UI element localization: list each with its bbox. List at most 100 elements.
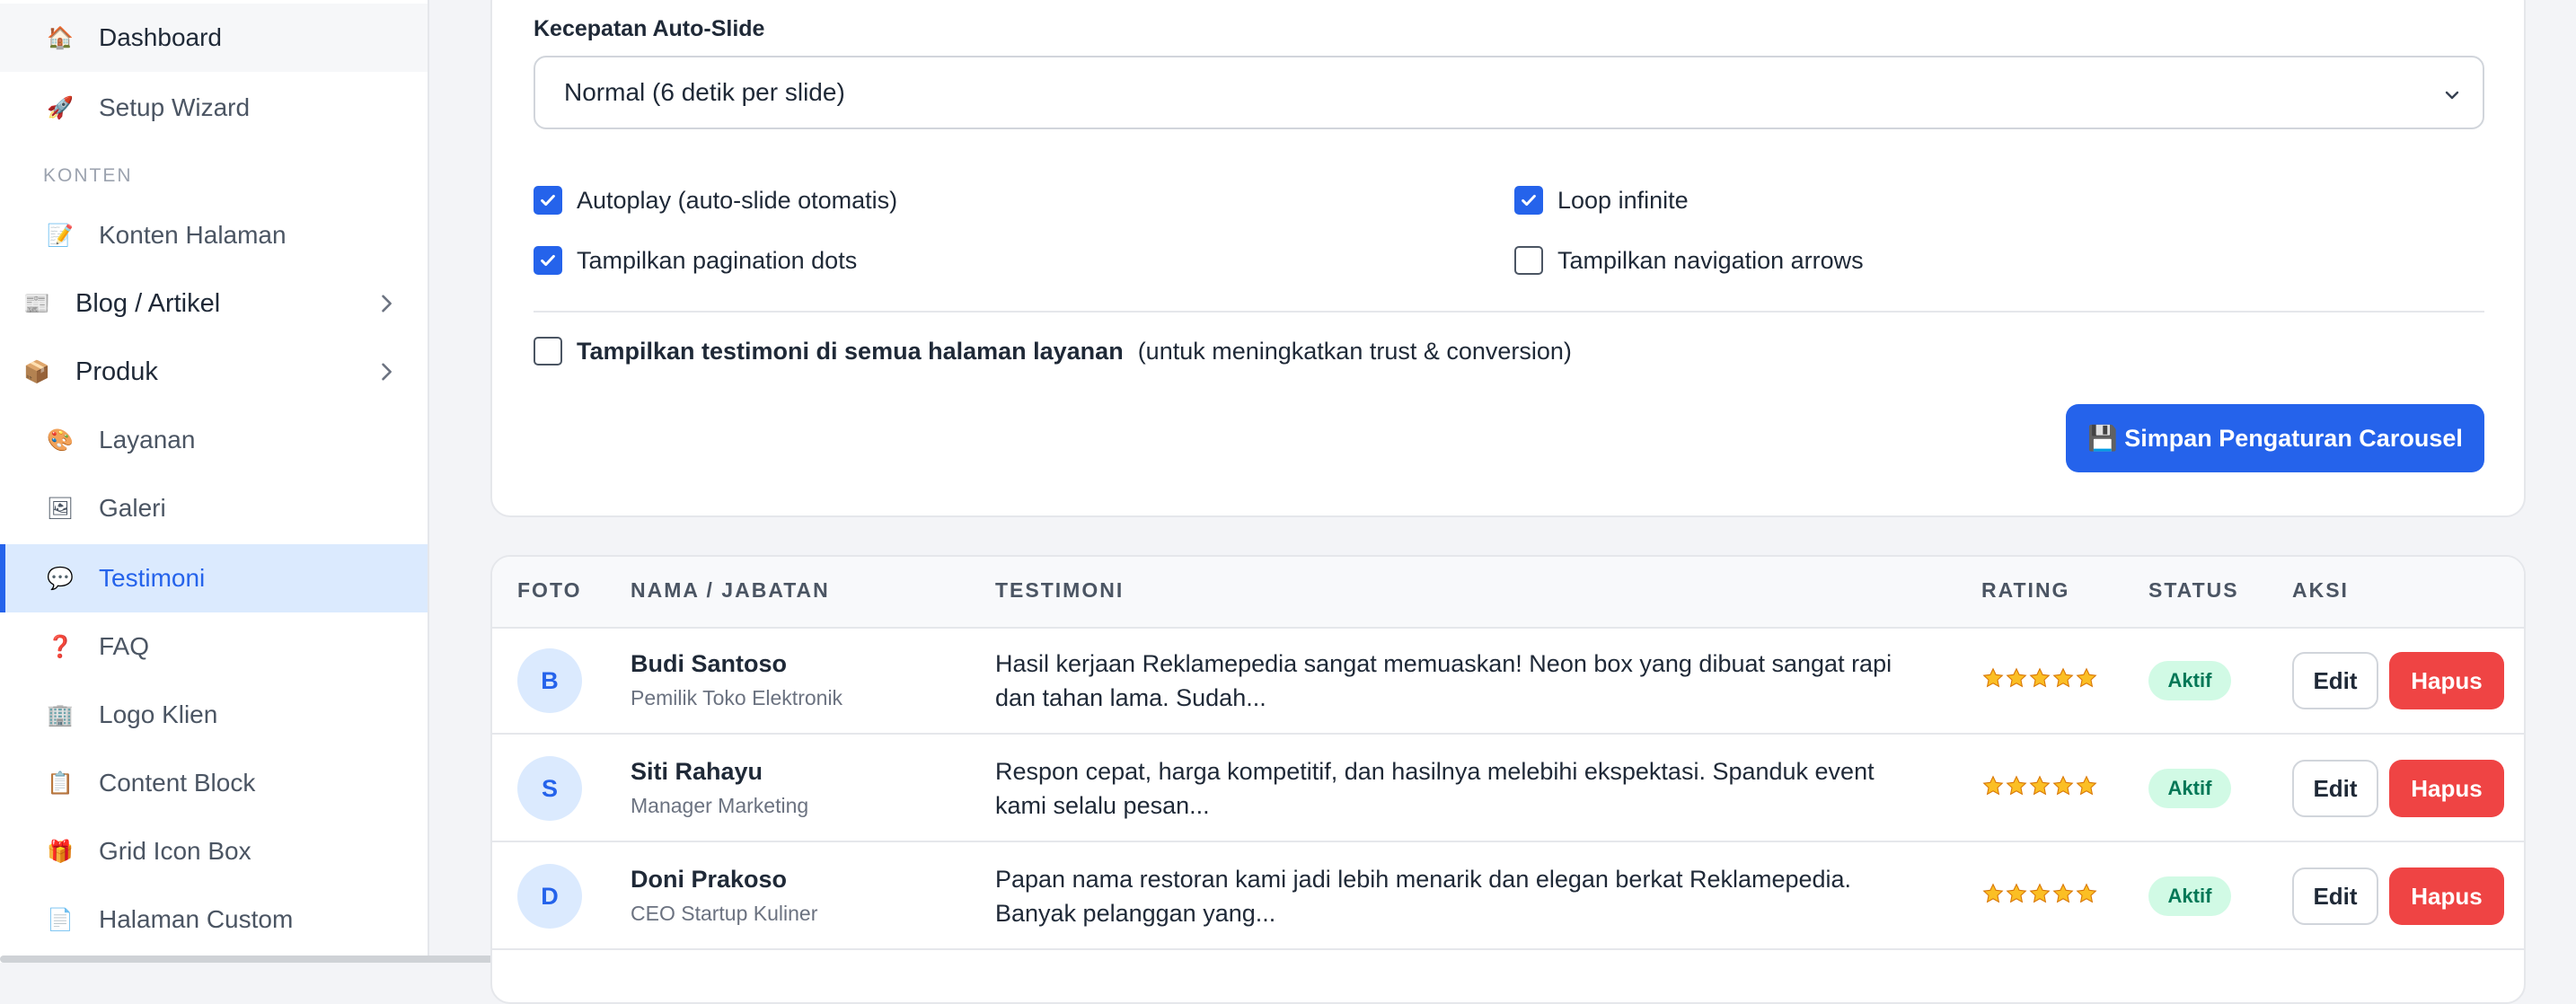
sidebar-item-produk[interactable]: 📦 Produk (0, 338, 428, 406)
status-badge: Aktif (2148, 769, 2231, 808)
sidebar-item-label: Blog / Artikel (75, 288, 221, 318)
speed-label: Kecepatan Auto-Slide (534, 16, 765, 41)
horizontal-scrollbar[interactable] (0, 956, 521, 963)
sidebar-item-label: Galeri (99, 494, 166, 522)
dots-label: Tampilkan pagination dots (577, 246, 858, 274)
edit-button[interactable]: Edit (2292, 652, 2378, 709)
testimoni-role: Pemilik Toko Elektronik (631, 686, 843, 709)
col-nama: NAMA / JABATAN (631, 578, 830, 602)
sidebar-item-content-block[interactable]: 📋 Content Block (0, 749, 428, 817)
dots-checkbox[interactable] (534, 246, 562, 275)
col-foto: FOTO (517, 578, 582, 602)
autoplay-checkbox-row[interactable]: Autoplay (auto-slide otomatis) (534, 186, 897, 215)
divider (534, 311, 2484, 313)
house-icon: 🏠 (47, 25, 74, 50)
star-icon (2052, 775, 2074, 796)
testimoni-name: Budi Santoso (631, 650, 787, 677)
sidebar-item-label: Grid Icon Box (99, 837, 251, 865)
chevron-right-icon (382, 295, 392, 313)
delete-button[interactable]: Hapus (2389, 867, 2504, 925)
star-icon (2052, 883, 2074, 903)
sidebar-item-label: Layanan (99, 426, 196, 454)
avatar: S (517, 756, 582, 821)
package-icon: 📦 (23, 359, 50, 384)
sidebar-item-label: Content Block (99, 769, 256, 797)
table-row: D Doni Prakoso CEO Startup Kuliner Papan… (492, 842, 2524, 950)
sidebar-item-label: Testimoni (99, 564, 206, 592)
star-icon (2076, 883, 2097, 903)
sidebar-item-label: FAQ (99, 632, 150, 660)
sidebar-item-galeri[interactable]: 🖼 Galeri (0, 474, 428, 542)
check-icon (1522, 194, 1536, 207)
palette-icon: 🎨 (47, 427, 74, 453)
star-icon (1982, 775, 2004, 796)
sidebar-item-faq[interactable]: ❓ FAQ (0, 612, 428, 681)
sidebar-item-grid-icon-box[interactable]: 🎁 Grid Icon Box (0, 817, 428, 885)
arrows-checkbox[interactable] (1514, 246, 1543, 275)
rating-stars (1981, 774, 2098, 797)
rating-stars (1981, 882, 2098, 905)
save-carousel-button[interactable]: 💾 Simpan Pengaturan Carousel (2066, 404, 2484, 472)
status-badge: Aktif (2148, 661, 2231, 700)
edit-button[interactable]: Edit (2292, 867, 2378, 925)
page-icon: 📄 (47, 907, 74, 932)
sidebar-item-konten-halaman[interactable]: 📝 Konten Halaman (0, 201, 428, 269)
sidebar-item-layanan[interactable]: 🎨 Layanan (0, 406, 428, 474)
testimoni-all-note: (untuk meningkatkan trust & conversion) (1137, 337, 1572, 365)
testimoni-table: FOTO NAMA / JABATAN TESTIMONI RATING STA… (490, 555, 2526, 1004)
chevron-down-icon (2445, 91, 2459, 100)
testimoni-name: Doni Prakoso (631, 866, 788, 893)
memo-icon: 📝 (47, 223, 74, 248)
arrows-label: Tampilkan navigation arrows (1557, 246, 1864, 274)
delete-button[interactable]: Hapus (2389, 760, 2504, 817)
picture-icon: 🖼 (46, 496, 75, 521)
star-icon (2006, 667, 2027, 688)
sidebar-item-dashboard[interactable]: 🏠 Dashboard (0, 4, 428, 72)
sidebar: 🏠 Dashboard 🚀 Setup Wizard KONTEN 📝 Kont… (0, 0, 429, 963)
testimoni-all-checkbox[interactable] (534, 337, 562, 365)
autoplay-checkbox[interactable] (534, 186, 562, 215)
question-mark-icon: ❓ (47, 634, 74, 659)
status-badge: Aktif (2148, 876, 2231, 916)
rocket-icon: 🚀 (47, 95, 74, 120)
chevron-right-icon (382, 363, 392, 381)
avatar: B (517, 648, 582, 713)
rating-stars (1981, 666, 2098, 690)
arrows-checkbox-row[interactable]: Tampilkan navigation arrows (1514, 246, 1864, 275)
testimoni-name: Siti Rahayu (631, 758, 763, 785)
sidebar-item-label: Logo Klien (99, 700, 218, 728)
office-building-icon: 🏢 (47, 702, 74, 727)
newspaper-icon: 📰 (23, 291, 50, 316)
star-icon (2029, 775, 2051, 796)
loop-checkbox-row[interactable]: Loop infinite (1514, 186, 1689, 215)
delete-button[interactable]: Hapus (2389, 652, 2504, 709)
col-aksi: AKSI (2292, 578, 2349, 602)
testimoni-all-label: Tampilkan testimoni di semua halaman lay… (577, 337, 1124, 365)
speed-select-value: Normal (6 detik per slide) (564, 78, 845, 106)
col-status: STATUS (2148, 578, 2239, 602)
sidebar-item-blog-artikel[interactable]: 📰 Blog / Artikel (0, 269, 428, 338)
star-icon (1982, 667, 2004, 688)
star-icon (2052, 667, 2074, 688)
table-row: S Siti Rahayu Manager Marketing Respon c… (492, 735, 2524, 842)
testimoni-text: Papan nama restoran kami jadi lebih mena… (995, 866, 1852, 927)
check-icon (541, 254, 555, 267)
sidebar-item-label: Setup Wizard (99, 93, 251, 121)
sidebar-item-logo-klien[interactable]: 🏢 Logo Klien (0, 681, 428, 749)
loop-checkbox[interactable] (1514, 186, 1543, 215)
star-icon (2076, 775, 2097, 796)
speed-select[interactable]: Normal (6 detik per slide) (534, 56, 2484, 129)
edit-button[interactable]: Edit (2292, 760, 2378, 817)
sidebar-item-label: Halaman Custom (99, 905, 294, 933)
sidebar-item-testimoni[interactable]: 💬 Testimoni (0, 544, 428, 612)
star-icon (1982, 883, 2004, 903)
check-icon (541, 194, 555, 207)
star-icon (2029, 667, 2051, 688)
star-icon (2006, 883, 2027, 903)
testimoni-all-checkbox-row[interactable]: Tampilkan testimoni di semua halaman lay… (534, 337, 1572, 365)
star-icon (2029, 883, 2051, 903)
dots-checkbox-row[interactable]: Tampilkan pagination dots (534, 246, 857, 275)
sidebar-item-halaman-custom[interactable]: 📄 Halaman Custom (0, 885, 428, 954)
sidebar-item-setup-wizard[interactable]: 🚀 Setup Wizard (0, 74, 428, 142)
star-icon (2076, 667, 2097, 688)
